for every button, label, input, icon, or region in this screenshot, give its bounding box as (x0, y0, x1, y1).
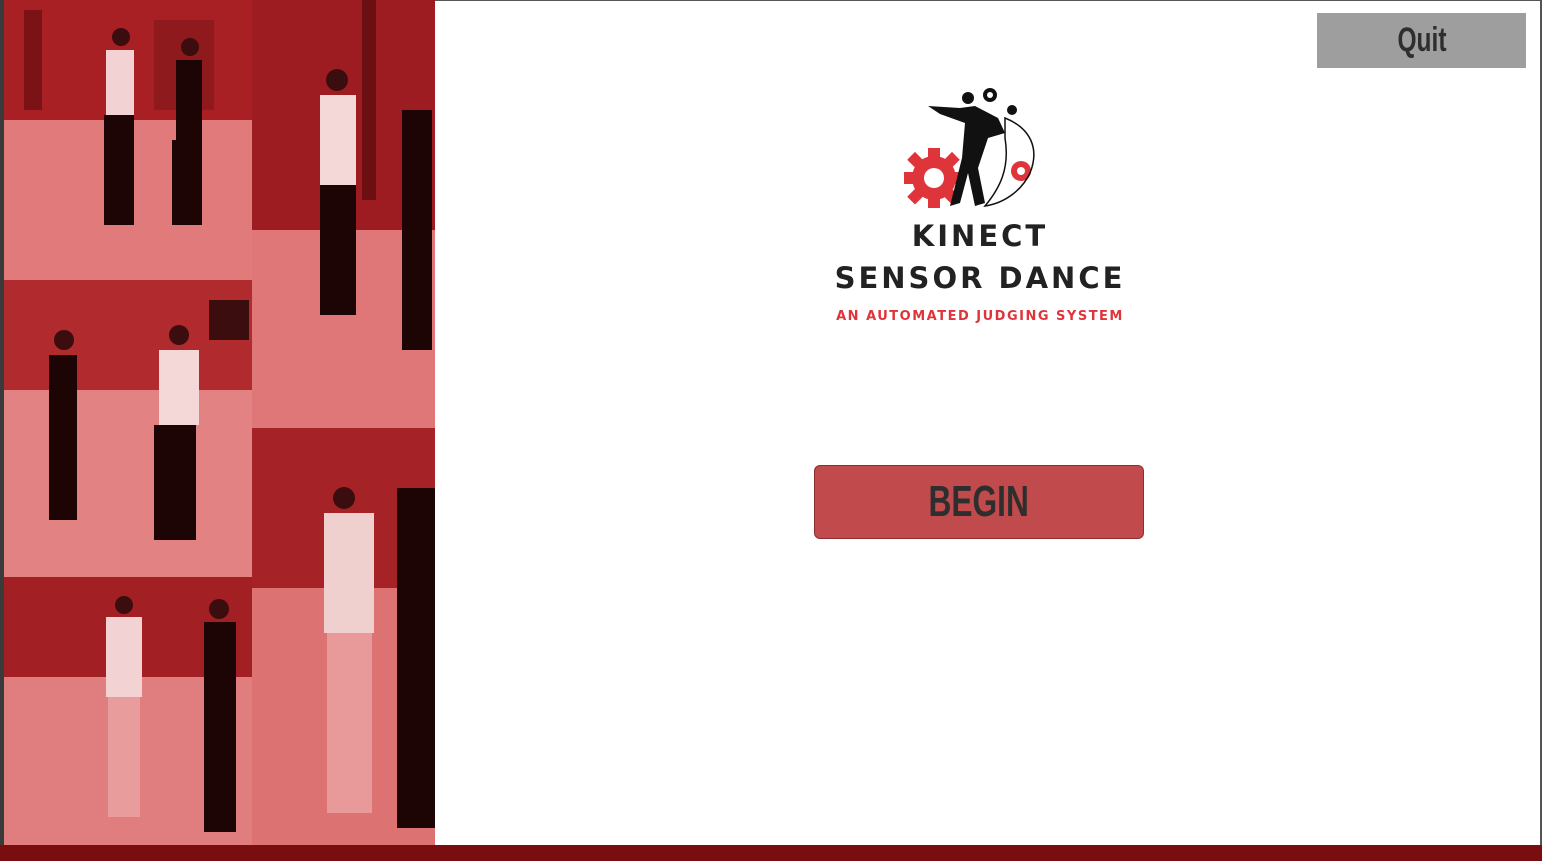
quit-button-label: Quit (1397, 21, 1446, 59)
dancers-photo-4 (252, 428, 435, 845)
quit-button[interactable]: Quit (1317, 13, 1526, 68)
logo-title-line-2: SENSOR DANCE (834, 261, 1126, 295)
logo-title-line-1: KINECT (911, 219, 1049, 253)
window-frame-top (435, 0, 1542, 1)
app-logo: KINECT SENSOR DANCE AN AUTOMATED JUDGING… (800, 78, 1160, 338)
begin-button[interactable]: BEGIN (814, 465, 1144, 539)
dancers-photo-2 (252, 0, 435, 428)
dancers-photo-3 (4, 280, 252, 577)
dancer-gears-logo-icon (904, 88, 1035, 208)
dance-photo-collage (4, 0, 435, 845)
dancers-photo-1 (4, 0, 252, 280)
dancers-photo-5 (4, 577, 252, 845)
bottom-status-bar (0, 845, 1542, 861)
black-gear-icon (983, 88, 997, 102)
logo-tagline: AN AUTOMATED JUDGING SYSTEM (836, 309, 1124, 324)
begin-button-label: BEGIN (928, 477, 1030, 526)
